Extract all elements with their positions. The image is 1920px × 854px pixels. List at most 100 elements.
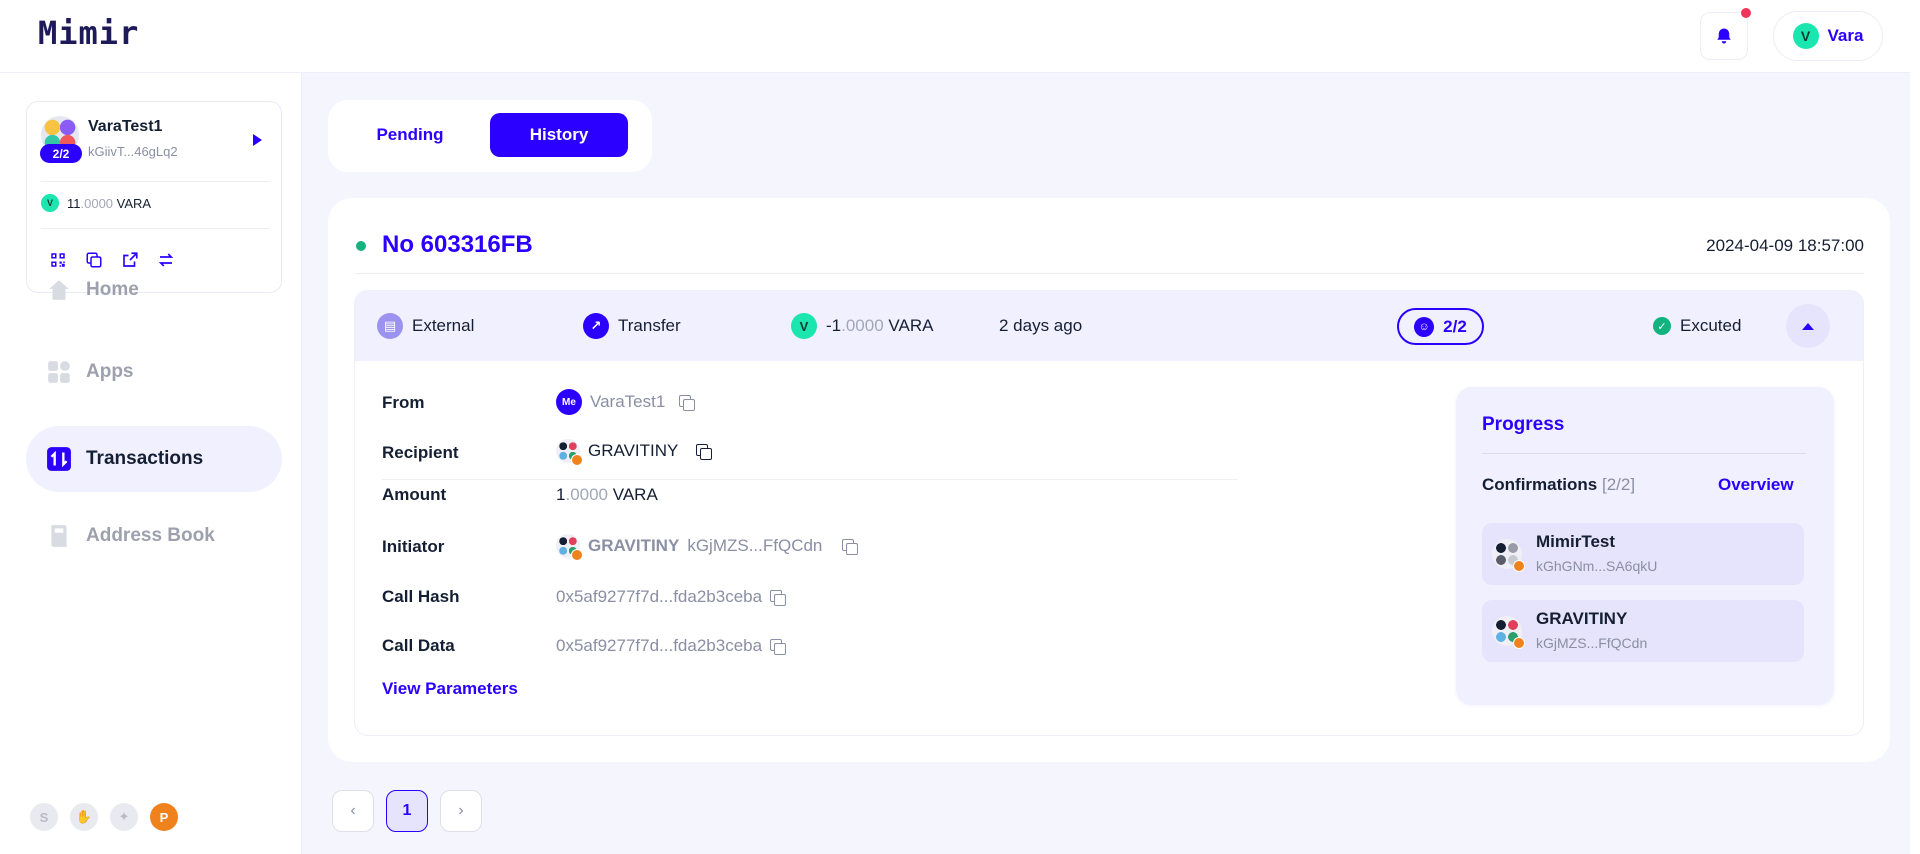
amount-value: 1.0000 VARA: [556, 485, 658, 505]
external-icon: ▤: [377, 313, 403, 339]
transaction-time: 2024-04-09 18:57:00: [1706, 236, 1864, 255]
copy-icon[interactable]: [770, 589, 787, 606]
nav-item-label: Home: [86, 279, 139, 300]
copy-icon[interactable]: [679, 394, 696, 411]
initiator-value: GRAVITINY kGjMZS...FfQCdn: [556, 534, 859, 561]
nav-item-label: Apps: [86, 361, 134, 382]
confirmations-label: Confirmations [2/2]: [1482, 475, 1635, 495]
members-pill[interactable]: ☺ 2/2: [1397, 308, 1484, 345]
nav-item-label: Address Book: [86, 525, 215, 546]
tab-pending[interactable]: Pending: [350, 113, 470, 157]
vara-icon: V: [1792, 23, 1819, 49]
chevron-up-icon: [1802, 322, 1814, 330]
chevron-left-icon: ‹: [350, 802, 356, 819]
pagination: ‹ 1 ›: [332, 790, 482, 832]
identicon: [556, 534, 583, 561]
expand-arrow-icon[interactable]: [253, 134, 262, 146]
identicon: [1492, 616, 1525, 649]
bird-icon[interactable]: ✦: [110, 803, 138, 831]
threshold-badge: 2/2: [40, 144, 82, 163]
amount-dec: .0000: [841, 316, 884, 335]
transactions-icon: [47, 447, 71, 471]
summary-type: ▤ External: [377, 291, 474, 361]
member-item[interactable]: GRAVITINY kGjMZS...FfQCdn: [1482, 600, 1804, 662]
logo-text: Mimir: [38, 14, 140, 52]
prev-page-button[interactable]: ‹: [332, 790, 374, 832]
member-address: kGhGNm...SA6qkU: [1536, 558, 1658, 574]
summary-action: ↗ Transfer: [583, 291, 681, 361]
home-icon: [49, 280, 69, 300]
divider: [382, 479, 1238, 480]
account-balance: V 11.0000 VARA: [41, 194, 151, 212]
summary-status: ✓ Excuted: [1653, 291, 1741, 361]
amount-int: -1: [826, 316, 842, 335]
vara-icon: V: [41, 194, 59, 212]
initiator-address: kGjMZS...FfQCdn: [687, 536, 823, 555]
sidebar: 2/2 VaraTest1 kGiivT...46gLq2 V 11.0000 …: [6, 73, 302, 854]
main-content: Pending History No 603316FB 2024-04-09 1…: [302, 73, 1910, 854]
balance-unit: VARA: [116, 195, 152, 211]
recipient-name: GRAVITINY: [588, 441, 679, 460]
top-bar: Mimir V Vara: [0, 0, 1910, 73]
balance-dec: .0000: [80, 195, 114, 211]
members-count: 2/2: [1443, 316, 1467, 336]
recipient-label: Recipient: [382, 443, 459, 462]
polkadot-icon[interactable]: P: [150, 803, 178, 831]
polkadot-badge-icon: [571, 549, 583, 561]
divider: [1482, 453, 1806, 454]
footer-links: S ✋ ✦ P: [30, 803, 178, 831]
account-name: VaraTest1: [88, 118, 163, 135]
transaction-summary-row[interactable]: ▤ External ↗ Transfer V -1.0000 VARA 2 d…: [355, 291, 1863, 361]
copy-icon[interactable]: [696, 443, 713, 460]
nav-item-address-book[interactable]: Address Book: [26, 503, 282, 569]
call-hash-value: 0x5af9277f7d...fda2b3ceba: [556, 587, 787, 607]
divider: [354, 273, 1864, 274]
transaction-detail: ▤ External ↗ Transfer V -1.0000 VARA 2 d…: [354, 290, 1864, 736]
page-button[interactable]: 1: [386, 790, 428, 832]
notifications-button[interactable]: [1700, 12, 1748, 60]
collapse-button[interactable]: [1786, 304, 1830, 348]
subscan-icon[interactable]: S: [30, 803, 58, 831]
transaction-title: No 603316FB: [382, 231, 533, 258]
nav-item-apps[interactable]: Apps: [26, 339, 282, 405]
hand-icon[interactable]: ✋: [70, 803, 98, 831]
status-label: Excuted: [1680, 316, 1742, 335]
chevron-right-icon: ›: [458, 802, 464, 819]
call-data-label: Call Data: [382, 636, 455, 655]
amount-unit: VARA: [612, 485, 658, 504]
identicon: [1492, 539, 1525, 572]
tab-history[interactable]: History: [490, 113, 628, 157]
polkadot-badge-icon: [1513, 560, 1525, 572]
member-address: kGjMZS...FfQCdn: [1536, 635, 1648, 651]
call-data-text: 0x5af9277f7d...fda2b3ceba: [556, 636, 763, 655]
copy-icon[interactable]: [842, 538, 859, 555]
summary-amount: V -1.0000 VARA: [791, 291, 933, 361]
progress-panel: Progress Confirmations [2/2] Overview Mi…: [1456, 387, 1834, 705]
members-icon: ☺: [1414, 316, 1435, 337]
call-hash-label: Call Hash: [382, 587, 460, 606]
amount-label: Amount: [382, 485, 447, 504]
summary-time-ago: 2 days ago: [999, 316, 1083, 335]
overview-link[interactable]: Overview: [1718, 475, 1794, 495]
member-name: GRAVITINY: [1536, 609, 1628, 628]
view-parameters-link[interactable]: View Parameters: [382, 679, 518, 699]
nav-item-home[interactable]: Home: [26, 257, 282, 323]
copy-icon[interactable]: [770, 638, 787, 655]
member-item[interactable]: MimirTest kGhGNm...SA6qkU: [1482, 523, 1804, 585]
status-dot: [356, 241, 366, 251]
vara-icon: V: [791, 313, 817, 339]
call-data-value: 0x5af9277f7d...fda2b3ceba: [556, 636, 787, 656]
nav-item-transactions[interactable]: Transactions: [26, 426, 282, 492]
member-name: MimirTest: [1536, 532, 1616, 551]
from-label: From: [382, 393, 425, 412]
logo[interactable]: Mimir: [38, 14, 140, 52]
progress-title: Progress: [1482, 414, 1565, 435]
amount-unit: VARA: [888, 316, 934, 335]
next-page-button[interactable]: ›: [440, 790, 482, 832]
confirmations-count: [2/2]: [1601, 475, 1636, 494]
network-selector[interactable]: V Vara: [1773, 11, 1883, 61]
initiator-label: Initiator: [382, 537, 445, 556]
address-book-icon: [51, 525, 67, 547]
nav-item-label: Transactions: [86, 448, 204, 469]
transaction-card: No 603316FB 2024-04-09 18:57:00 ▤ Extern…: [328, 198, 1890, 762]
